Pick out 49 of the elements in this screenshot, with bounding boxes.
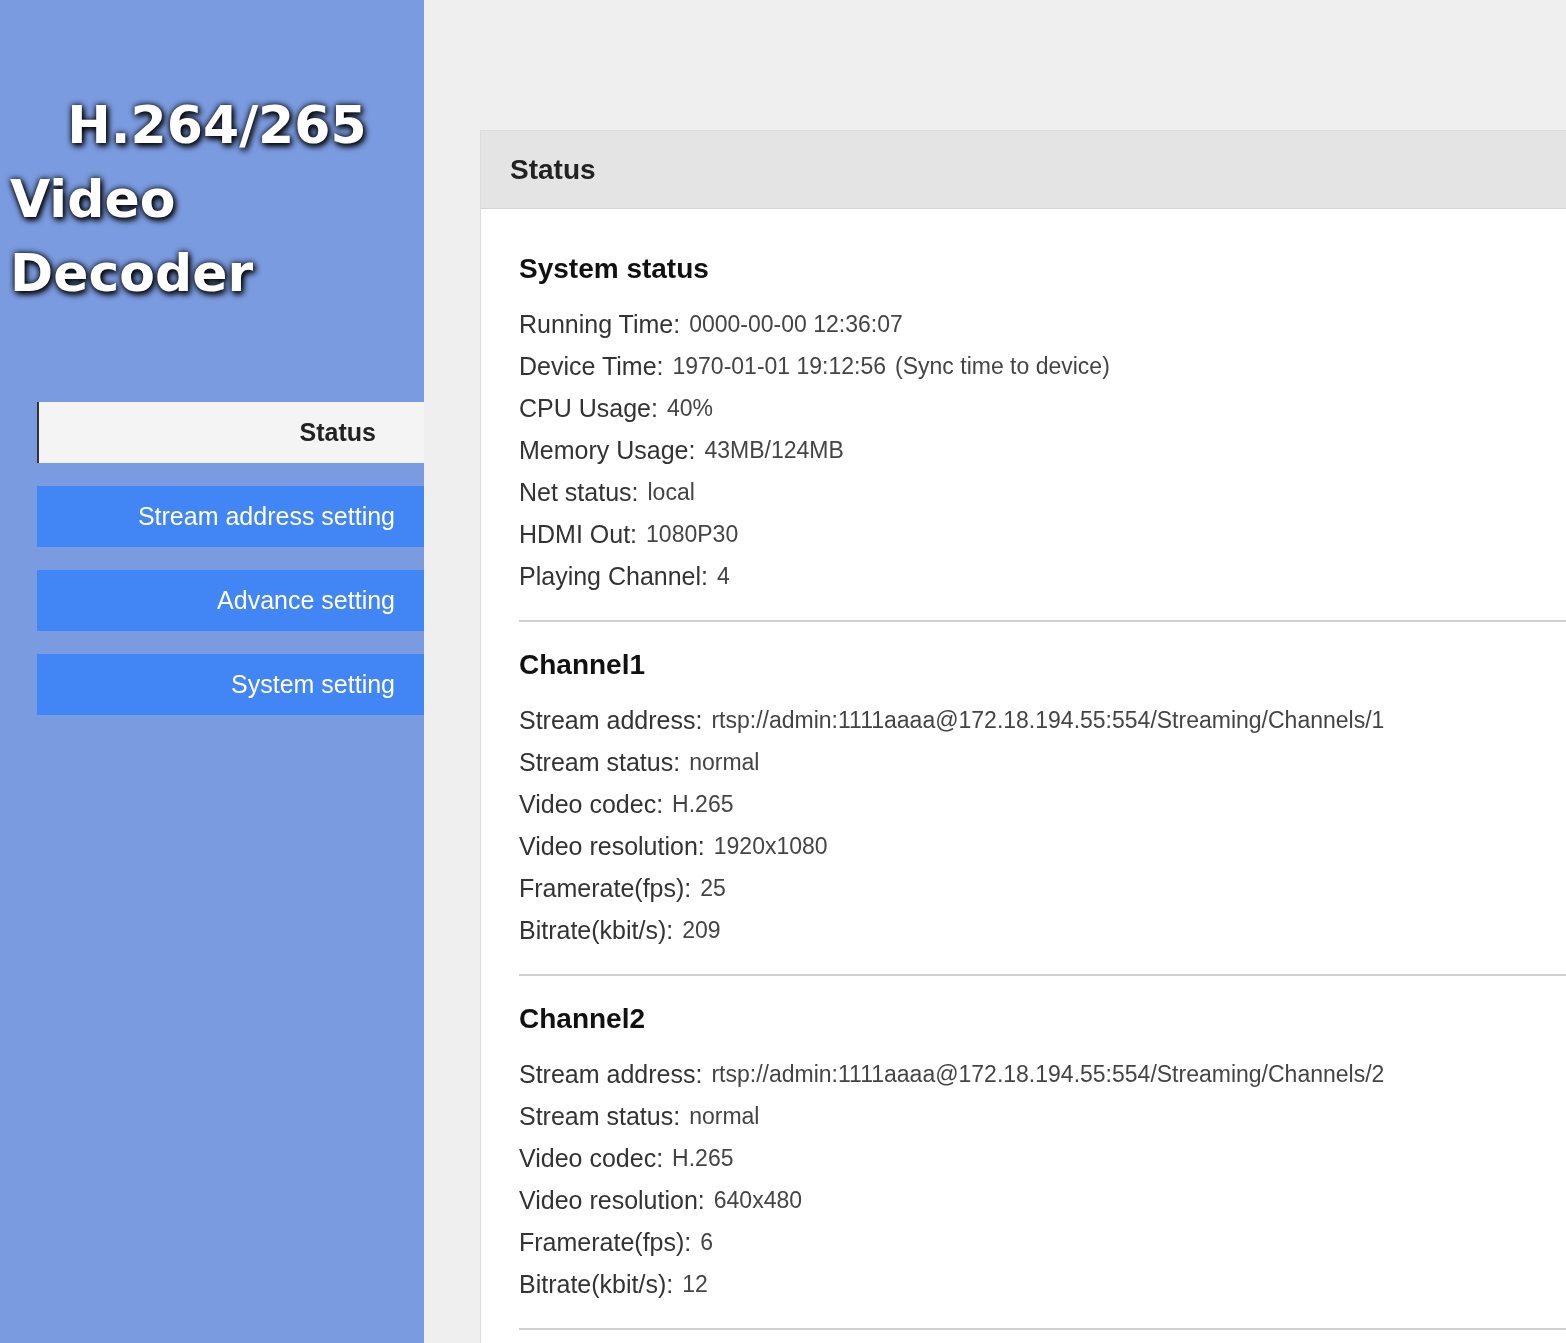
field-value: 25 <box>700 874 726 902</box>
field-label: Bitrate(kbit/s): <box>519 915 674 945</box>
field-value: 1970-01-01 19:12:56 <box>672 352 887 380</box>
field-label: Bitrate(kbit/s): <box>519 1269 674 1299</box>
field-value: rtsp://admin:1111aaaa@172.18.194.55:554/Streaming/Channels/1 <box>711 706 1385 734</box>
field-value: 12 <box>682 1270 708 1298</box>
field-value: 640x480 <box>713 1186 803 1214</box>
logo-text: H.264/265 <box>67 94 367 157</box>
field-label: Framerate(fps): <box>519 1227 692 1257</box>
sync-time-link[interactable]: (Sync time to device) <box>895 352 1110 380</box>
field-value: 40% <box>666 394 713 422</box>
field-value: H.265 <box>672 1144 734 1172</box>
logo-text: Video Decoder <box>10 168 255 305</box>
field-label: Stream status: <box>519 1101 681 1131</box>
field-value: local <box>647 478 695 506</box>
field-label: Stream status: <box>519 747 681 777</box>
panel-title: Status <box>510 153 596 186</box>
field-label: HDMI Out: <box>519 519 638 549</box>
field-label: CPU Usage: <box>519 393 658 423</box>
field-label: Video resolution: <box>519 1185 705 1215</box>
field-value: 1920x1080 <box>713 832 828 860</box>
field-value: 0000-00-00 12:36:07 <box>689 310 903 338</box>
menu-item[interactable]: System setting <box>37 654 424 715</box>
field-value: rtsp://admin:1111aaaa@172.18.194.55:554/Streaming/Channels/2 <box>711 1060 1385 1088</box>
field-label: Framerate(fps): <box>519 873 692 903</box>
field-value: 209 <box>682 916 721 944</box>
field-value: H.265 <box>672 790 734 818</box>
field-label: Video codec: <box>519 1143 664 1173</box>
menu-item[interactable]: Stream address setting <box>37 486 424 547</box>
section-title: Channel1 <box>519 648 646 682</box>
field-label: Stream address: <box>519 705 703 735</box>
field-label: Video resolution: <box>519 831 705 861</box>
field-label: Memory Usage: <box>519 435 696 465</box>
field-label: Running Time: <box>519 309 681 339</box>
field-value: 6 <box>700 1228 714 1256</box>
field-label: Playing Channel: <box>519 561 708 591</box>
field-value: normal <box>689 1102 760 1130</box>
field-value: 1080P30 <box>646 520 739 548</box>
menu-item[interactable]: Advance setting <box>37 570 424 631</box>
field-value: normal <box>689 748 760 776</box>
field-label: Video codec: <box>519 789 664 819</box>
section-title: System status <box>519 252 709 286</box>
field-label: Device Time: <box>519 351 664 381</box>
field-label: Stream address: <box>519 1059 703 1089</box>
field-label: Net status: <box>519 477 639 507</box>
section-title: Channel2 <box>519 1002 646 1036</box>
field-value: 43MB/124MB <box>704 436 844 464</box>
menu-item[interactable]: Status <box>37 402 424 463</box>
field-value: 4 <box>717 562 730 590</box>
